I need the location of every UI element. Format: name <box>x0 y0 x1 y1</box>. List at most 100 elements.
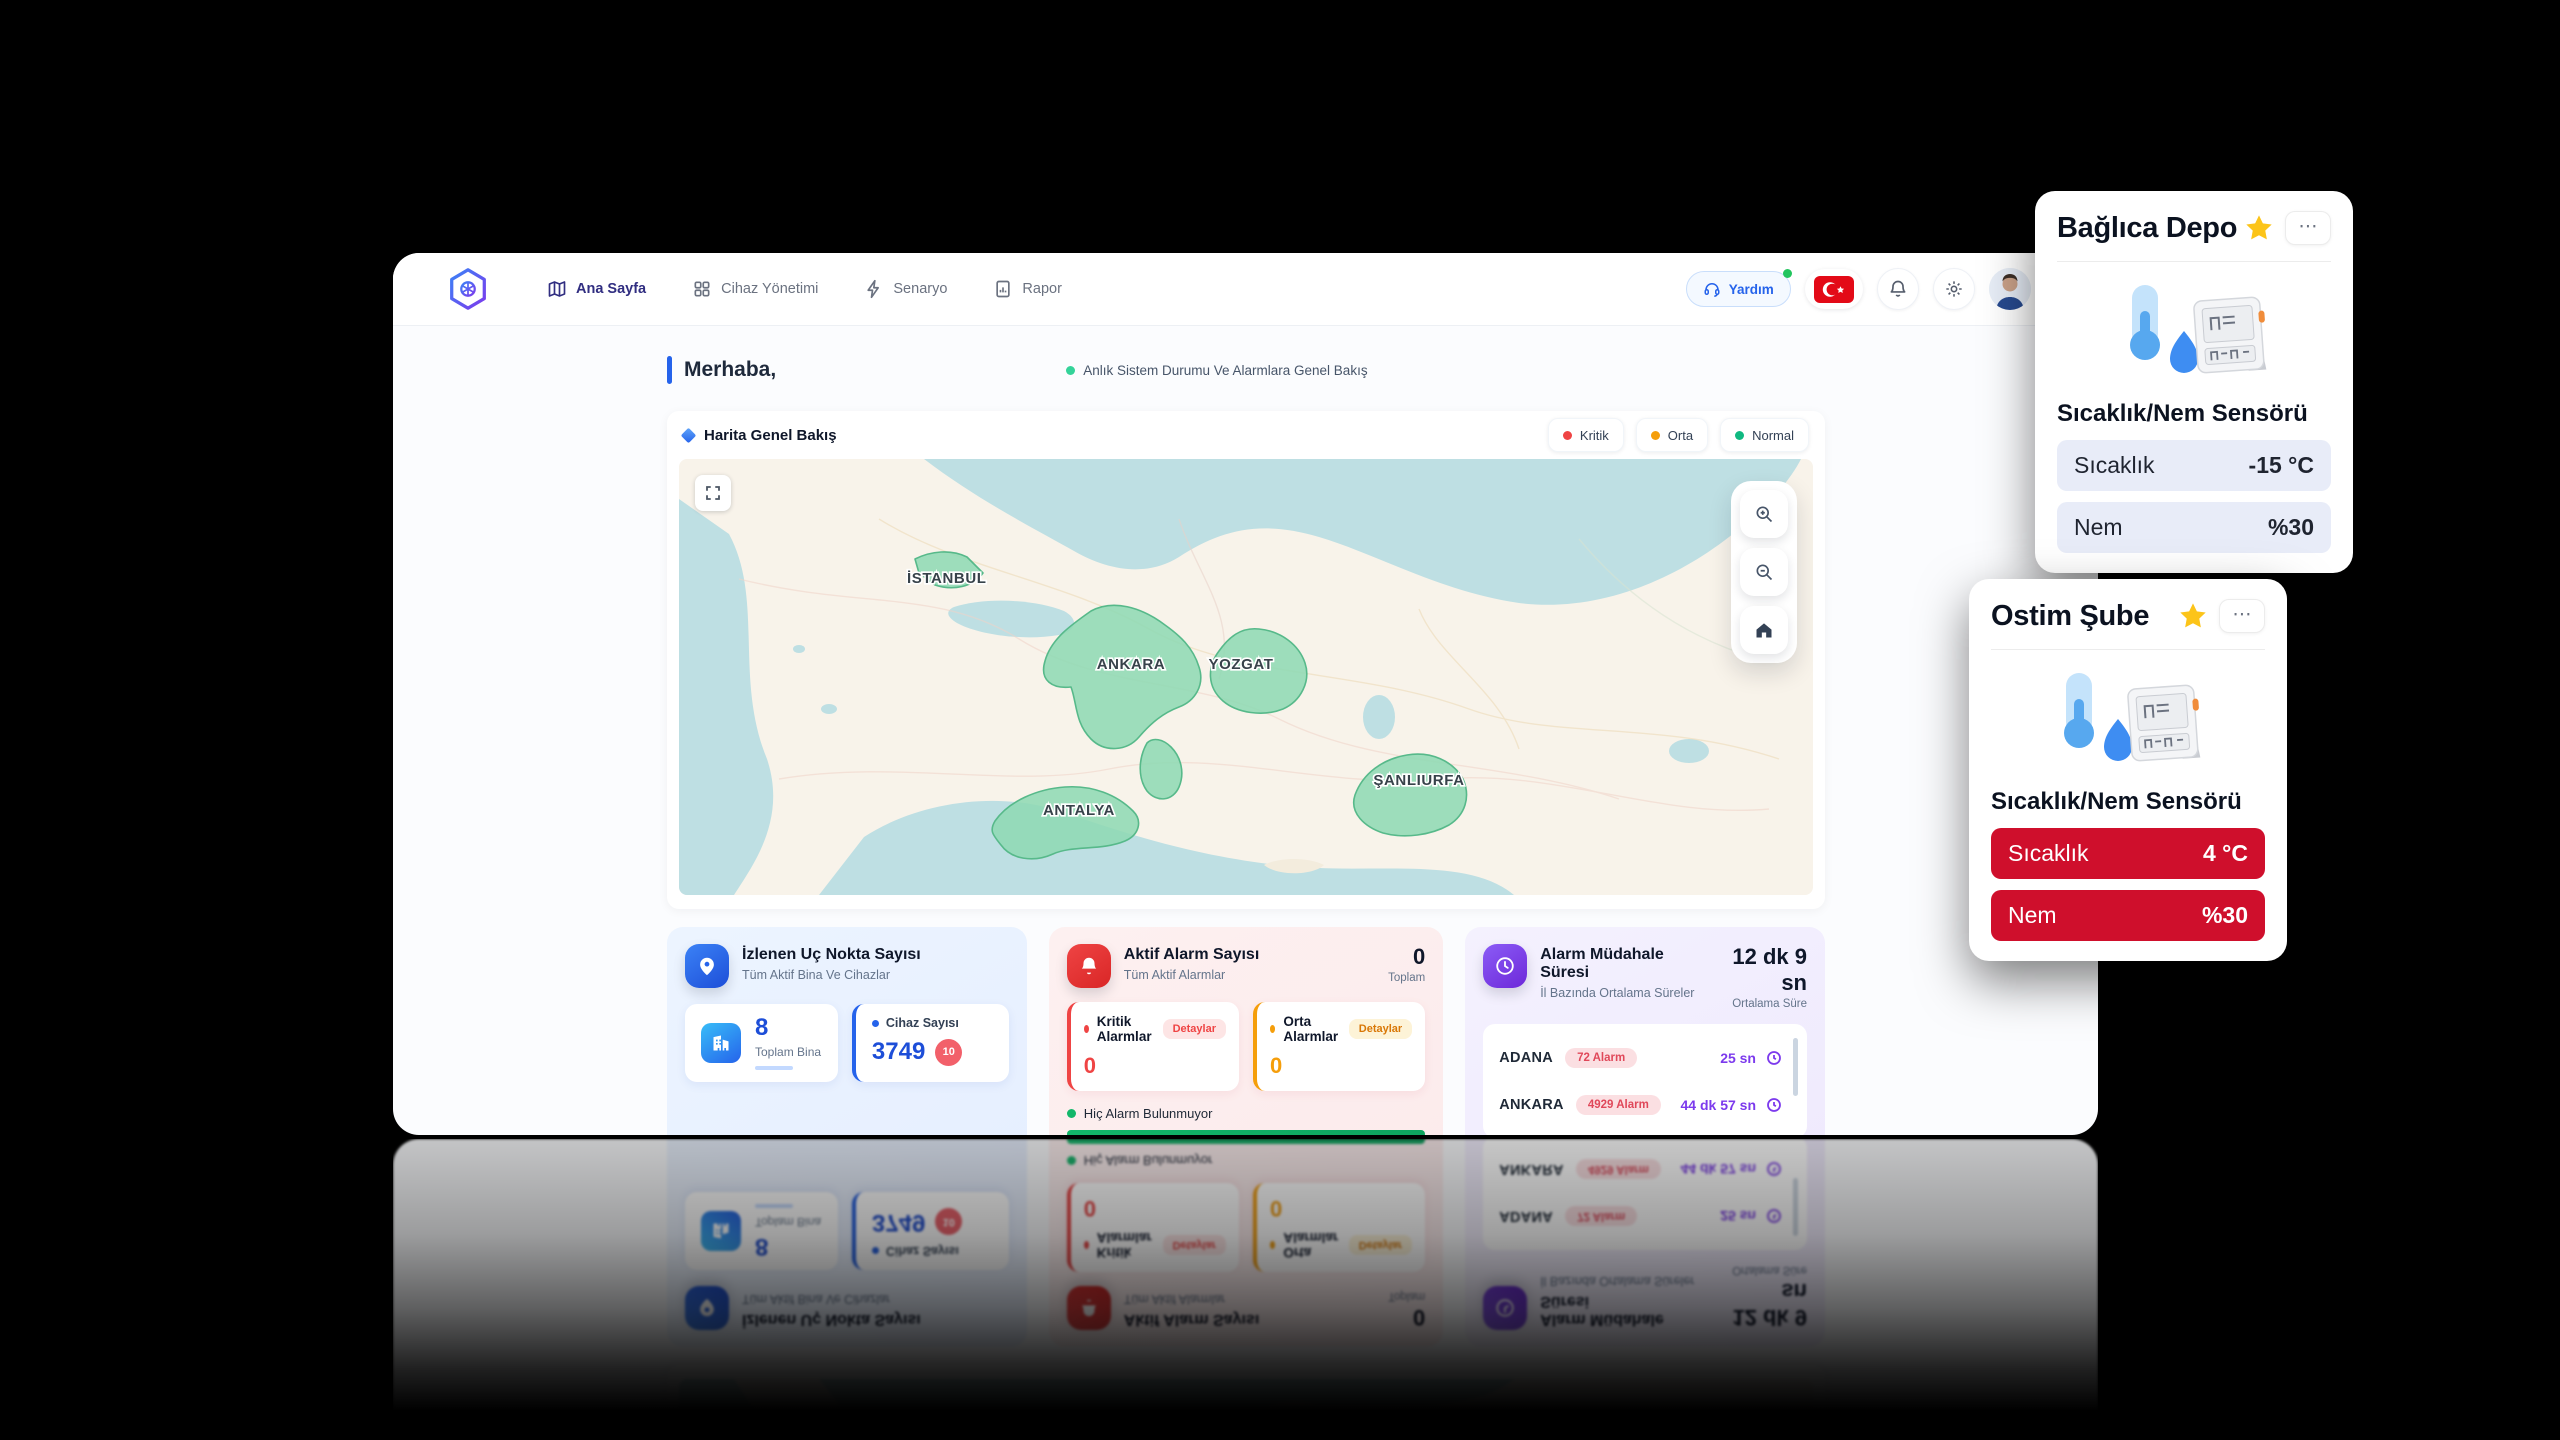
building-count-box: 8 Toplam Bina <box>685 1004 838 1082</box>
map-home-button[interactable] <box>1740 606 1788 654</box>
city-name: ANKARA <box>1499 1097 1564 1113</box>
app-window: Ana Sayfa Cihaz Yönetimi Senaryo <box>393 253 2098 1135</box>
legend-normal[interactable]: Normal <box>1720 418 1809 452</box>
zoom-out-button[interactable] <box>1740 548 1788 596</box>
legend-orta[interactable]: Orta <box>1636 418 1708 452</box>
online-dot <box>1783 269 1792 278</box>
status-text: Anlık Sistem Durumu Ve Alarmlara Genel B… <box>1083 363 1367 378</box>
legend-label: Normal <box>1752 428 1794 443</box>
orange-dot <box>1270 1025 1275 1033</box>
home-icon <box>1754 620 1774 640</box>
card-subtitle: Tüm Aktif Alarmlar <box>1124 968 1259 982</box>
building-count: 8 <box>755 1016 821 1040</box>
more-options-button[interactable]: ⋯ <box>2219 599 2265 633</box>
building-icon <box>701 1023 741 1063</box>
temperature-row: Sıcaklık -15 °C <box>2057 440 2331 491</box>
bell-icon <box>1888 279 1908 299</box>
region-sanliurfa[interactable] <box>1354 754 1467 836</box>
list-scrollbar[interactable] <box>1793 1038 1798 1096</box>
greeting-row: Merhaba, Anlık Sistem Durumu Ve Alarmlar… <box>667 353 1825 387</box>
sensor-card-title: Ostim Şube <box>1991 600 2149 633</box>
stat-cards-row: İzlenen Uç Nokta Sayısı Tüm Aktif Bina V… <box>667 927 1825 1135</box>
more-options-button[interactable]: ⋯ <box>2285 211 2331 245</box>
region-label-yozgat: YOZGAT <box>1209 656 1274 673</box>
clock-icon <box>1483 944 1527 988</box>
bolt-icon <box>864 279 884 299</box>
map-controls <box>1731 481 1797 663</box>
divider <box>2057 261 2331 262</box>
location-pin-icon <box>685 944 729 988</box>
fullscreen-icon <box>704 484 722 502</box>
alarm-bell-icon <box>1067 944 1111 988</box>
language-button[interactable] <box>1805 269 1863 309</box>
device-count-box: Cihaz Sayısı 3749 10 <box>852 1004 1009 1082</box>
health-bar <box>1067 1130 1425 1135</box>
region-label-ankara: ANKARA <box>1097 656 1166 673</box>
fullscreen-button[interactable] <box>695 475 731 511</box>
help-button[interactable]: Yardım <box>1686 271 1791 307</box>
critical-value: 0 <box>1084 1053 1226 1079</box>
gear-icon <box>1944 279 1964 299</box>
humidity-label: Nem <box>2074 514 2123 541</box>
window-reflection: Ana Sayfa Cihaz Yönetimi Senaryo <box>393 1139 2098 1411</box>
settings-button[interactable] <box>1933 268 1975 310</box>
nav-item-senaryo[interactable]: Senaryo <box>864 279 947 299</box>
device-count: 3749 <box>872 1038 925 1066</box>
temperature-row-alert: Sıcaklık 4 °C <box>1991 828 2265 879</box>
nav-label: Cihaz Yönetimi <box>721 281 818 297</box>
nav-item-rapor[interactable]: Rapor <box>993 279 1062 299</box>
medium-value: 0 <box>1270 1053 1412 1079</box>
system-status: Anlık Sistem Durumu Ve Alarmlara Genel B… <box>1066 363 1367 378</box>
more-options-icon: ⋯ <box>2299 216 2318 237</box>
greeting-title: Merhaba, <box>684 358 776 382</box>
card-title: Aktif Alarm Sayısı <box>1124 944 1259 964</box>
main-nav: Ana Sayfa Cihaz Yönetimi Senaryo <box>547 279 1062 299</box>
accent-bar <box>667 356 672 384</box>
response-time: 25 sn <box>1720 1050 1756 1066</box>
turkey-map[interactable]: İSTANBUL ANKARA YOZGAT ANTALYA ŞANLIURFA <box>679 459 1813 895</box>
alarms-card: Aktif Alarm Sayısı Tüm Aktif Alarmlar 0 … <box>1049 927 1443 1135</box>
average-label: Ortalama Süre <box>1712 998 1807 1010</box>
medium-details-button[interactable]: Detaylar <box>1349 1019 1412 1039</box>
zoom-out-icon <box>1754 562 1774 582</box>
endpoints-card: İzlenen Uç Nokta Sayısı Tüm Aktif Bina V… <box>667 927 1027 1135</box>
notifications-button[interactable] <box>1877 268 1919 310</box>
nav-item-ana-sayfa[interactable]: Ana Sayfa <box>547 279 646 299</box>
sensor-card-ostim-sube[interactable]: Ostim Şube ⋯ Sıcaklık/Nem Sensörü Sıcakl… <box>1969 579 2287 961</box>
region-ankara-south[interactable] <box>1140 740 1182 799</box>
sensor-type-label: Sıcaklık/Nem Sensörü <box>1991 788 2265 816</box>
zoom-in-button[interactable] <box>1740 490 1788 538</box>
temperature-value: 4 °C <box>2203 840 2248 867</box>
nav-item-cihaz-yonetimi[interactable]: Cihaz Yönetimi <box>692 279 818 299</box>
nav-label: Ana Sayfa <box>576 281 646 297</box>
app-logo[interactable] <box>445 266 491 312</box>
critical-details-button[interactable]: Detaylar <box>1163 1019 1226 1039</box>
more-options-icon: ⋯ <box>2233 604 2252 625</box>
card-subtitle: Tüm Aktif Bina Ve Cihazlar <box>742 968 921 982</box>
favorite-star-icon[interactable] <box>2243 212 2275 244</box>
medium-alarms-box: Orta Alarmlar Detaylar 0 <box>1253 1002 1425 1091</box>
map-icon <box>547 279 567 299</box>
region-label-istanbul: İSTANBUL <box>907 570 987 587</box>
grid-icon <box>692 279 712 299</box>
legend-label: Orta <box>1668 428 1693 443</box>
sensor-card-baglica-depo[interactable]: Bağlıca Depo ⋯ Sıcaklık/Nem Sensörü Sıca… <box>2035 191 2353 573</box>
report-icon <box>993 279 1013 299</box>
alarms-total-label: Toplam <box>1388 972 1425 984</box>
legend-label: Kritik <box>1580 428 1609 443</box>
no-alarm-message: Hiç Alarm Bulunmuyor <box>1084 1106 1213 1121</box>
legend-dot-orange <box>1651 431 1660 440</box>
medium-label: Orta Alarmlar <box>1283 1014 1340 1044</box>
favorite-star-icon[interactable] <box>2177 600 2209 632</box>
headset-icon <box>1703 280 1721 298</box>
humidity-row-alert: Nem %30 <box>1991 890 2265 941</box>
map-legend: Kritik Orta Normal <box>1548 418 1809 452</box>
building-label: Toplam Bina <box>755 1045 821 1059</box>
legend-kritik[interactable]: Kritik <box>1548 418 1624 452</box>
small-clock-icon <box>1765 1096 1783 1114</box>
nav-label: Rapor <box>1022 281 1062 297</box>
humidity-label: Nem <box>2008 902 2057 929</box>
alarms-total: 0 <box>1388 944 1425 970</box>
sensor-type-label: Sıcaklık/Nem Sensörü <box>2057 400 2331 428</box>
divider <box>1991 649 2265 650</box>
